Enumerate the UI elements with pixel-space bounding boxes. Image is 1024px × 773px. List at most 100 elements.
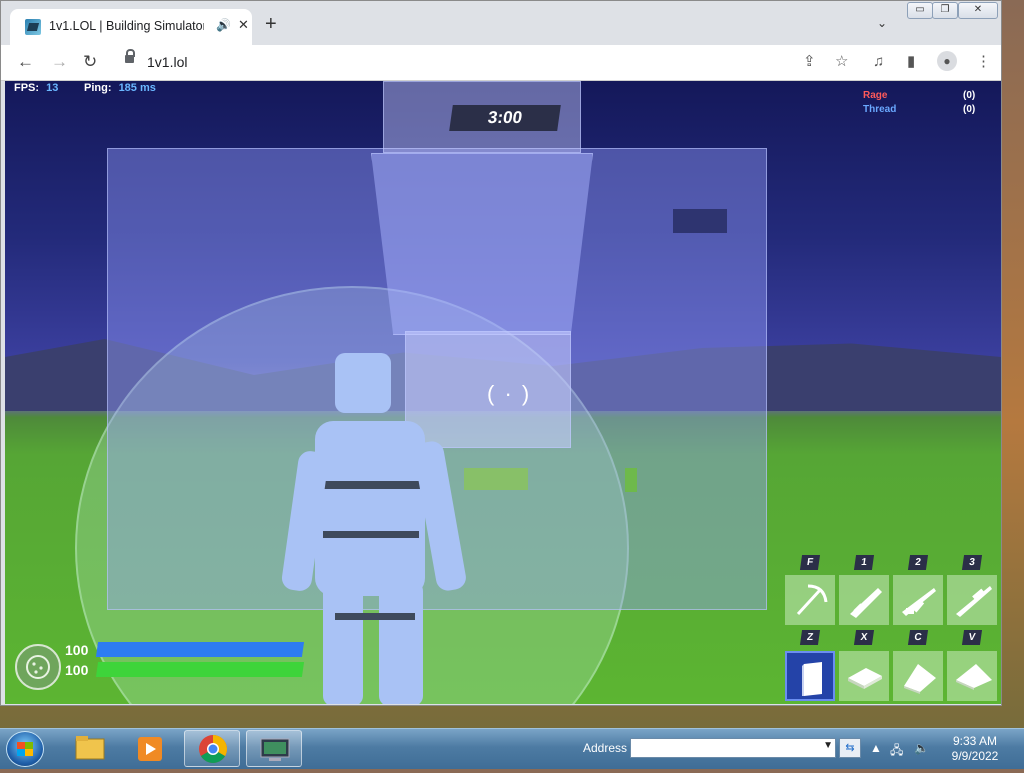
- speaker-icon[interactable]: 🔊: [216, 18, 231, 32]
- game-canvas[interactable]: FPS: 13 Ping: 185 ms 3:00 Rage (0) Threa…: [5, 81, 1001, 704]
- tab-close-button[interactable]: ✕: [238, 17, 249, 33]
- crosshair-icon: ( · ): [487, 381, 532, 406]
- floor-icon: [848, 668, 882, 689]
- bookmark-star-icon[interactable]: ☆: [835, 53, 848, 71]
- sniper-rifle-icon: [956, 586, 992, 617]
- menu-icon[interactable]: ⋮: [976, 53, 991, 71]
- weapon-key-label: 1: [853, 555, 875, 570]
- windows-logo-icon: [17, 742, 33, 756]
- share-icon[interactable]: ⇪: [803, 53, 816, 71]
- shield-value: 100: [65, 642, 89, 658]
- chevron-down-icon[interactable]: ▼: [823, 740, 833, 751]
- restore-button[interactable]: ❐: [932, 2, 958, 19]
- clock-time: 9:33 AM: [952, 734, 998, 748]
- distant-block: [673, 209, 727, 233]
- ping-label: Ping:: [84, 82, 112, 94]
- player-band: [317, 481, 423, 489]
- weapon-slot-2[interactable]: [893, 575, 943, 625]
- ping-display: Ping: 185 ms: [84, 82, 156, 94]
- browser-toolbar: ← → ↻ 1v1.lol ⇪ ☆ ♫ ▮ ● ⋮: [1, 45, 1001, 81]
- player-score-thread: (0): [963, 104, 976, 115]
- address-bar[interactable]: 1v1.lol: [111, 49, 831, 76]
- minimize-button[interactable]: ▭: [907, 2, 933, 19]
- weapon-key-label: 2: [907, 555, 929, 570]
- address-toolbar-label: Address: [583, 741, 628, 755]
- tab-search-button[interactable]: ⌄: [877, 16, 887, 30]
- build-key-label: X: [853, 630, 875, 645]
- weapon-key-label: F: [799, 555, 821, 570]
- system-clock[interactable]: 9:33 AM 9/9/2022: [930, 734, 1020, 764]
- build-slot-v[interactable]: [947, 651, 997, 701]
- tab-1v1lol[interactable]: 1v1.LOL | Building Simulator 🔊 ✕: [10, 9, 252, 45]
- chrome-button[interactable]: [184, 730, 240, 767]
- weapon-slot-1[interactable]: [839, 575, 889, 625]
- ramp-icon: [904, 664, 936, 694]
- build-key-label: C: [907, 630, 929, 645]
- match-timer: 3:00: [449, 105, 561, 131]
- shotgun-icon: [850, 588, 882, 618]
- weapon-slot-f[interactable]: [785, 575, 835, 625]
- profile-icon[interactable]: ●: [937, 51, 957, 71]
- player-band: [335, 613, 415, 620]
- forward-button[interactable]: →: [51, 52, 68, 72]
- health-value: 100: [65, 662, 89, 678]
- player-name-rage: Rage: [863, 90, 888, 101]
- remote-desktop-icon: [260, 738, 290, 761]
- url-text: 1v1.lol: [147, 54, 188, 70]
- lock-icon: [125, 49, 135, 63]
- fps-display: FPS: 13: [14, 82, 58, 94]
- clock-date: 9/9/2022: [951, 749, 999, 763]
- fps-value: 13: [46, 82, 59, 94]
- ground-marker-small: [625, 468, 637, 492]
- player-score-rage: (0): [963, 90, 976, 101]
- cookie-icon: [26, 655, 50, 679]
- wall-icon: [802, 662, 822, 696]
- build-slot-c[interactable]: [893, 651, 943, 701]
- player-right-leg: [379, 581, 423, 704]
- health-bar: [95, 662, 305, 677]
- media-player-button[interactable]: [122, 730, 178, 767]
- build-slot-z[interactable]: [785, 651, 835, 701]
- volume-icon[interactable]: 🔈: [914, 741, 929, 755]
- new-tab-button[interactable]: +: [265, 14, 277, 34]
- build-key-label: Z: [799, 630, 821, 645]
- close-window-button[interactable]: ✕: [958, 2, 998, 19]
- tray-expand-icon[interactable]: ▲: [870, 741, 882, 755]
- weapon-key-label: 3: [961, 555, 983, 570]
- reload-button[interactable]: ↻: [83, 52, 97, 72]
- media-player-icon: [138, 737, 162, 761]
- cone-icon: [956, 664, 992, 690]
- player-name-thread: Thread: [863, 104, 897, 115]
- side-panel-icon[interactable]: ▮: [907, 53, 915, 71]
- ping-value: 185 ms: [118, 82, 156, 94]
- chrome-icon: [199, 735, 227, 763]
- tab-strip: 1v1.LOL | Building Simulator 🔊 ✕ + ⌄ ▭ ❐…: [1, 1, 1001, 45]
- build-key-label: V: [961, 630, 983, 645]
- address-go-button[interactable]: ⇆: [839, 738, 861, 758]
- player-band: [323, 531, 419, 538]
- back-button[interactable]: ←: [17, 52, 34, 72]
- windows-taskbar: Address ▼ ⇆ ▲ 🖧 🔈 9:33 AM 9/9/2022: [0, 728, 1024, 769]
- file-explorer-icon: [75, 736, 105, 760]
- assault-rifle-icon: [902, 588, 936, 616]
- player-head: [335, 353, 391, 413]
- remote-desktop-button[interactable]: [246, 730, 302, 767]
- address-toolbar-input[interactable]: ▼: [630, 738, 836, 758]
- weapon-slot-3[interactable]: [947, 575, 997, 625]
- build-ramp: [371, 153, 593, 335]
- media-control-icon[interactable]: ♫: [873, 53, 884, 71]
- file-explorer-button[interactable]: [62, 730, 118, 767]
- ground-marker: [464, 468, 528, 490]
- pickaxe-icon: [796, 584, 828, 616]
- cookie-settings-button[interactable]: [15, 644, 61, 690]
- network-icon[interactable]: 🖧: [890, 741, 903, 762]
- browser-window: 1v1.LOL | Building Simulator 🔊 ✕ + ⌄ ▭ ❐…: [0, 0, 1002, 706]
- tab-title: 1v1.LOL | Building Simulator: [49, 19, 204, 33]
- start-button[interactable]: [6, 731, 44, 767]
- player-left-leg: [323, 581, 363, 704]
- build-slot-x[interactable]: [839, 651, 889, 701]
- player-torso: [315, 421, 425, 596]
- fps-label: FPS:: [14, 82, 40, 94]
- shield-bar: [95, 642, 305, 657]
- favicon-icon: [25, 19, 41, 35]
